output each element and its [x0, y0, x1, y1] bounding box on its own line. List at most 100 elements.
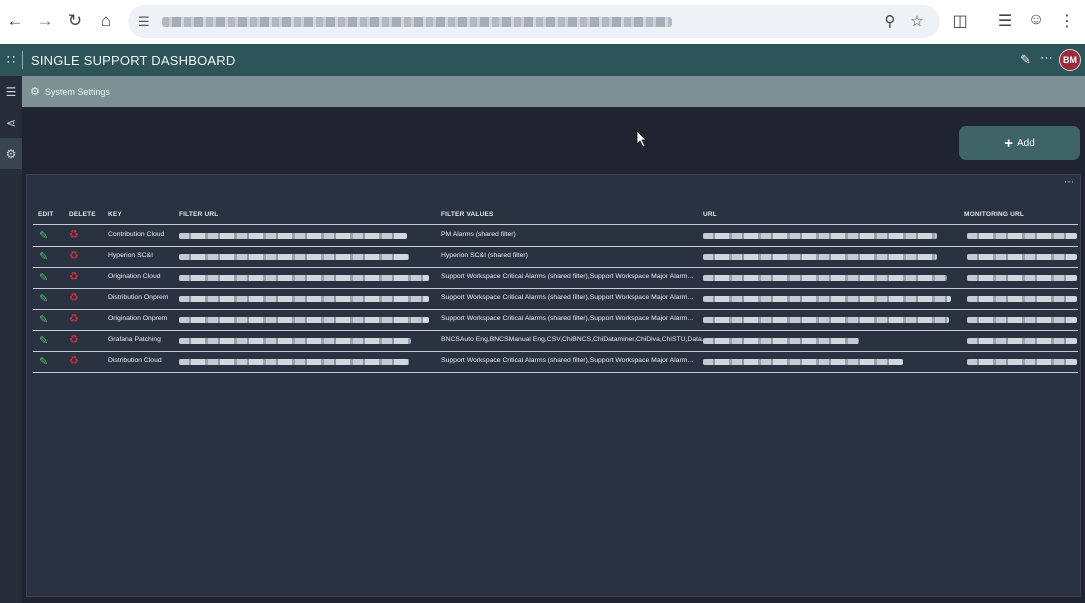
home-button[interactable]: ⌂ — [91, 6, 121, 36]
arrow-left-icon: ← — [6, 11, 24, 30]
share-nav-item[interactable]: ⋖ — [0, 107, 22, 138]
col-header-delete[interactable]: DELETE — [69, 211, 96, 218]
trash-icon[interactable]: ♻ — [69, 249, 81, 263]
page-subheader: ⚙ System Settings — [22, 76, 1085, 107]
table-row: ✎ ♻ Origination Cloud Support Workspace … — [33, 268, 1078, 289]
pencil-icon[interactable]: ✎ — [39, 250, 51, 264]
table-row: ✎ ♻ Grafana Patching BNCSAuto Eng,BNCSMa… — [33, 331, 1078, 352]
browser-toolbar: ← → ↻ ⌂ ☰ ⚲ ☆ ◫ ☰ ☺ ⋮ — [0, 0, 1085, 44]
key-cell: Distribution Onprem — [108, 294, 169, 301]
zoom-icon[interactable]: ⚲ — [880, 12, 900, 32]
left-nav-rail: ☰ ⋖ ⚙ — [0, 76, 22, 603]
col-header-key[interactable]: KEY — [108, 211, 122, 218]
table-row: ✎ ♻ Hyperion SC&I Hyperion SC&I (shared … — [33, 247, 1078, 268]
back-button[interactable]: ← — [0, 6, 30, 36]
filter-values-cell: Hyperion SC&I (shared filter) — [441, 252, 528, 259]
profile-icon[interactable]: ☺ — [1026, 11, 1046, 31]
col-header-filter-url[interactable]: FILTER URL — [179, 211, 218, 218]
star-icon[interactable]: ☆ — [907, 12, 927, 32]
settings-table-panel: ⋯ EDIT DELETE KEY FILTER URL FILTER VALU… — [26, 174, 1081, 597]
url-text-redacted — [162, 17, 672, 27]
table-row: ✎ ♻ Distribution Cloud Support Workspace… — [33, 352, 1078, 373]
key-cell: Origination Onprem — [108, 315, 168, 322]
menu-icon: ☰ — [5, 84, 17, 99]
reload-button[interactable]: ↻ — [60, 6, 90, 36]
key-cell: Hyperion SC&I — [108, 252, 153, 259]
url-redacted — [703, 317, 949, 323]
media-icon[interactable]: ☰ — [995, 11, 1015, 31]
cursor-icon — [636, 130, 647, 148]
forward-button[interactable]: → — [30, 6, 60, 36]
pencil-icon[interactable]: ✎ — [39, 271, 51, 285]
puzzle-icon[interactable]: ◫ — [950, 11, 970, 31]
pencil-icon[interactable]: ✎ — [39, 355, 51, 369]
gear-icon: ⚙ — [5, 146, 17, 161]
monitoring-url-redacted — [967, 296, 1077, 302]
filter-url-redacted — [179, 317, 429, 323]
filter-values-cell: Support Workspace Critical Alarms (share… — [441, 357, 694, 364]
plus-icon: + — [1004, 134, 1013, 152]
table-row: ✎ ♻ Origination Onprem Support Workspace… — [33, 310, 1078, 331]
col-header-url[interactable]: URL — [703, 211, 717, 218]
table-row: ✎ ♻ Contribution Cloud PM Alarms (shared… — [33, 226, 1078, 247]
add-button-label: Add — [1016, 137, 1035, 149]
trash-icon[interactable]: ♻ — [69, 291, 81, 305]
add-button[interactable]: + Add — [959, 126, 1080, 160]
url-redacted — [703, 275, 947, 281]
monitoring-url-redacted — [967, 254, 1077, 260]
pencil-icon[interactable]: ✎ — [1020, 52, 1031, 68]
header-divider — [22, 51, 23, 69]
key-cell: Distribution Cloud — [108, 357, 162, 364]
trash-icon[interactable]: ♻ — [69, 354, 81, 368]
monitoring-url-redacted — [967, 359, 1077, 365]
trash-icon[interactable]: ♻ — [69, 270, 81, 284]
gear-icon: ⚙ — [30, 86, 40, 98]
filter-url-redacted — [179, 296, 429, 302]
url-redacted — [703, 254, 937, 260]
url-redacted — [703, 233, 937, 239]
avatar[interactable]: BM — [1059, 49, 1081, 71]
app-title: SINGLE SUPPORT DASHBOARD — [31, 52, 236, 68]
pencil-icon[interactable]: ✎ — [39, 313, 51, 327]
app-header: ∷ SINGLE SUPPORT DASHBOARD ✎ ⋯ BM — [0, 44, 1085, 76]
filter-url-redacted — [179, 275, 429, 281]
monitoring-url-redacted — [967, 233, 1077, 239]
trash-icon[interactable]: ♻ — [69, 312, 81, 326]
app-launcher-button[interactable]: ∷ — [0, 44, 22, 76]
header-divider — [33, 224, 1078, 225]
pencil-icon[interactable]: ✎ — [39, 334, 51, 348]
filter-url-redacted — [179, 338, 411, 344]
url-redacted — [703, 296, 951, 302]
col-header-edit[interactable]: EDIT — [38, 211, 54, 218]
grid-icon: ∷ — [6, 52, 16, 67]
filter-values-cell: Support Workspace Critical Alarms (share… — [441, 294, 694, 301]
table-row: ✎ ♻ Distribution Onprem Support Workspac… — [33, 289, 1078, 310]
col-header-monitoring-url[interactable]: MONITORING URL — [964, 211, 1024, 218]
url-redacted — [703, 359, 903, 365]
key-cell: Grafana Patching — [108, 336, 161, 343]
filter-values-cell: Support Workspace Critical Alarms (share… — [441, 273, 694, 280]
key-cell: Origination Cloud — [108, 273, 161, 280]
address-bar[interactable]: ☰ ⚲ ☆ — [128, 5, 940, 38]
url-redacted — [703, 338, 859, 344]
site-settings-icon[interactable]: ☰ — [138, 14, 154, 30]
kebab-icon[interactable]: ⋮ — [1057, 11, 1077, 31]
settings-nav-item[interactable]: ⚙ — [0, 138, 22, 169]
key-cell: Contribution Cloud — [108, 231, 165, 238]
more-icon[interactable]: ⋯ — [1040, 50, 1053, 66]
more-icon[interactable]: ⋯ — [1064, 177, 1074, 188]
share-icon: ⋖ — [5, 115, 17, 130]
filter-url-redacted — [179, 359, 409, 365]
hamburger-menu-button[interactable]: ☰ — [0, 76, 22, 107]
col-header-filter-values[interactable]: FILTER VALUES — [441, 211, 494, 218]
arrow-right-icon: → — [36, 11, 54, 30]
pencil-icon[interactable]: ✎ — [39, 292, 51, 306]
reload-icon: ↻ — [67, 11, 83, 30]
filter-values-cell: Support Workspace Critical Alarms (share… — [441, 315, 694, 322]
trash-icon[interactable]: ♻ — [69, 333, 81, 347]
monitoring-url-redacted — [967, 338, 1077, 344]
pencil-icon[interactable]: ✎ — [39, 229, 51, 243]
filter-url-redacted — [179, 233, 407, 239]
trash-icon[interactable]: ♻ — [69, 228, 81, 242]
monitoring-url-redacted — [967, 317, 1077, 323]
